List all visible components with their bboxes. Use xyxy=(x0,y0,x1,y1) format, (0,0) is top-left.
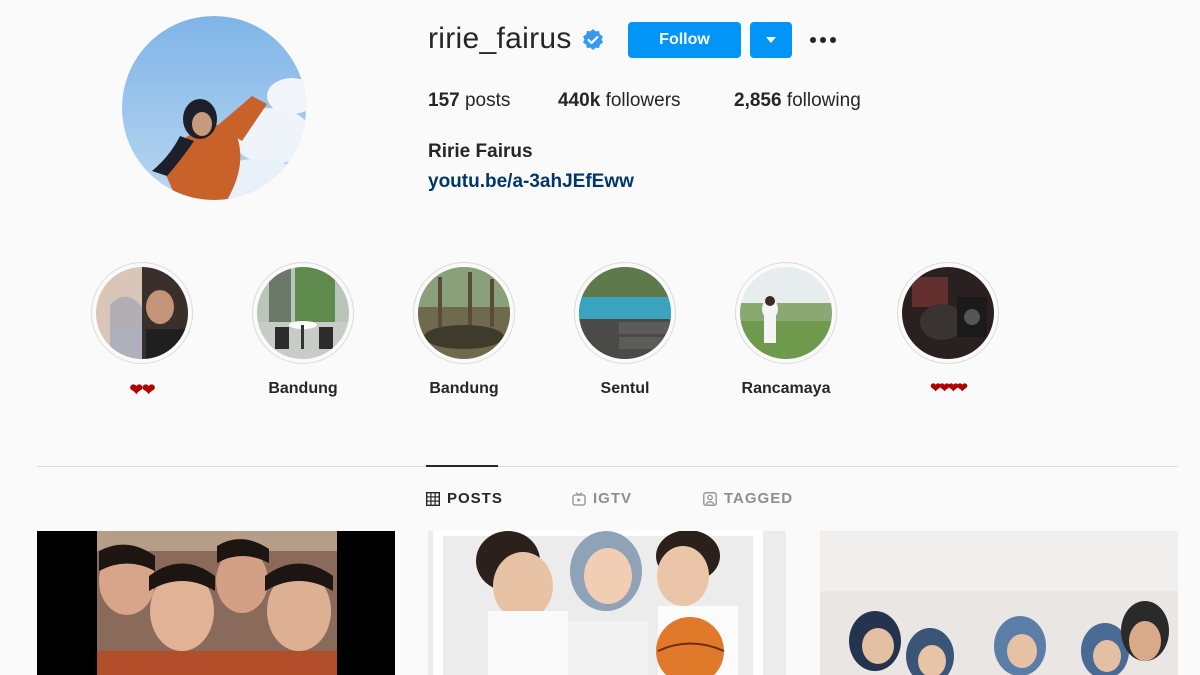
followers-link[interactable]: 440k followers xyxy=(558,90,681,112)
post-thumbnail[interactable] xyxy=(428,531,786,675)
following-link[interactable]: 2,856 following xyxy=(734,90,861,112)
profile-username: ririe_fairus xyxy=(428,22,572,55)
highlight-label: Rancamaya xyxy=(741,380,831,397)
story-highlight[interactable]: ❤❤❤❤ xyxy=(897,262,999,396)
profile-avatar[interactable] xyxy=(122,16,306,200)
igtv-icon xyxy=(572,491,586,506)
posts-label: posts xyxy=(464,90,511,111)
profile-full-name: Ririe Fairus xyxy=(428,141,533,162)
tabs-divider xyxy=(37,466,1178,467)
tagged-icon xyxy=(703,491,717,506)
active-tab-indicator xyxy=(426,465,498,467)
story-highlight[interactable]: Bandung xyxy=(252,262,354,398)
highlight-ring xyxy=(413,262,515,364)
more-options-button[interactable] xyxy=(806,26,840,54)
post-thumbnail[interactable] xyxy=(820,531,1178,675)
highlight-cover xyxy=(740,267,832,359)
highlight-label: Sentul xyxy=(600,380,650,397)
followers-label: followers xyxy=(605,90,681,111)
highlight-cover xyxy=(902,267,994,359)
tab-igtv[interactable]: IGTV xyxy=(572,490,632,507)
story-highlight[interactable]: ❤❤ xyxy=(91,262,193,400)
story-highlight[interactable]: Rancamaya xyxy=(735,262,837,398)
verified-badge-icon xyxy=(583,29,603,50)
highlight-ring xyxy=(735,262,837,364)
tab-tagged[interactable]: TAGGED xyxy=(703,490,793,507)
grid-icon xyxy=(426,491,440,506)
posts-count: 157 posts xyxy=(428,90,510,112)
highlight-label: Bandung xyxy=(268,380,338,397)
highlight-cover xyxy=(418,267,510,359)
highlight-cover xyxy=(96,267,188,359)
story-highlight[interactable]: Bandung xyxy=(413,262,515,398)
highlight-ring xyxy=(897,262,999,364)
tab-posts-label: POSTS xyxy=(447,490,503,507)
tab-igtv-label: IGTV xyxy=(593,490,633,507)
posts-value: 157 xyxy=(428,90,460,111)
highlight-ring xyxy=(574,262,676,364)
more-dot-icon xyxy=(810,37,816,43)
highlight-cover xyxy=(579,267,671,359)
highlight-label: ❤❤❤❤ xyxy=(930,380,968,395)
story-highlight[interactable]: Sentul xyxy=(574,262,676,398)
following-label: following xyxy=(786,90,861,111)
post-thumbnail[interactable] xyxy=(37,531,395,675)
following-value: 2,856 xyxy=(734,90,782,111)
followers-value: 440k xyxy=(558,90,601,111)
suggested-dropdown-button[interactable] xyxy=(750,22,792,58)
follow-button[interactable]: Follow xyxy=(628,22,741,58)
caret-down-icon xyxy=(766,37,776,43)
tab-tagged-label: TAGGED xyxy=(724,490,794,507)
highlight-label: ❤❤ xyxy=(129,382,156,399)
highlight-label: Bandung xyxy=(429,380,499,397)
highlight-ring xyxy=(252,262,354,364)
highlight-cover xyxy=(257,267,349,359)
highlight-ring xyxy=(91,262,193,364)
bio-link[interactable]: youtu.be/a-3ahJEfEww xyxy=(428,171,634,193)
tab-posts[interactable]: POSTS xyxy=(426,490,503,507)
more-dot-icon xyxy=(820,37,826,43)
more-dot-icon xyxy=(830,37,836,43)
